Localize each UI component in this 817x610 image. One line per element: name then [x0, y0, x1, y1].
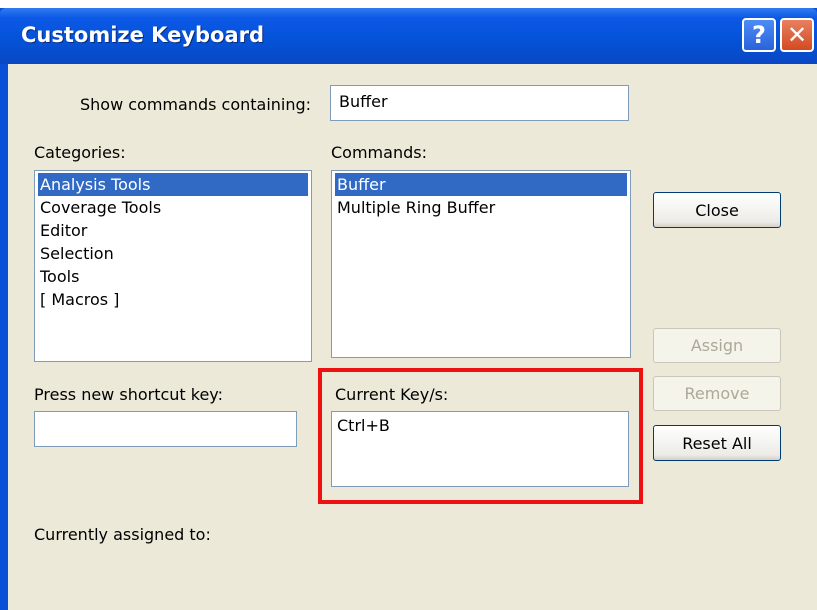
command-item-multiple-ring-buffer[interactable]: Multiple Ring Buffer	[335, 196, 627, 219]
categories-label: Categories:	[34, 143, 126, 162]
assign-button[interactable]: Assign	[653, 328, 781, 363]
current-keys-label: Current Key/s:	[335, 385, 449, 404]
close-icon: ✕	[786, 21, 808, 49]
remove-button-label: Remove	[684, 384, 750, 403]
currently-assigned-label: Currently assigned to:	[34, 525, 211, 544]
customize-keyboard-dialog: Customize Keyboard ? ✕ Show commands con…	[0, 8, 817, 610]
search-value: Buffer	[339, 92, 388, 111]
shortcut-input[interactable]	[34, 411, 297, 447]
category-item-editor[interactable]: Editor	[38, 219, 308, 242]
close-window-button[interactable]: ✕	[780, 18, 814, 52]
dialog-body: Show commands containing: Buffer Categor…	[8, 64, 817, 610]
current-keys-list[interactable]: Ctrl+B	[331, 411, 629, 487]
commands-list[interactable]: Buffer Multiple Ring Buffer	[331, 170, 631, 358]
reset-all-button[interactable]: Reset All	[653, 425, 781, 461]
command-item-buffer[interactable]: Buffer	[335, 173, 627, 196]
remove-button[interactable]: Remove	[653, 376, 781, 411]
category-item-coverage-tools[interactable]: Coverage Tools	[38, 196, 308, 219]
shortcut-label: Press new shortcut key:	[34, 385, 223, 404]
category-item-selection[interactable]: Selection	[38, 242, 308, 265]
close-button-label: Close	[695, 200, 739, 220]
category-item-tools[interactable]: Tools	[38, 265, 308, 288]
reset-all-button-label: Reset All	[682, 433, 752, 453]
categories-list[interactable]: Analysis Tools Coverage Tools Editor Sel…	[34, 170, 312, 362]
category-item-analysis-tools[interactable]: Analysis Tools	[38, 173, 308, 196]
search-input[interactable]: Buffer	[330, 85, 629, 121]
help-button[interactable]: ?	[742, 18, 776, 52]
current-key-item[interactable]: Ctrl+B	[335, 414, 625, 437]
close-button[interactable]: Close	[653, 192, 781, 228]
help-icon: ?	[752, 21, 766, 49]
window-title: Customize Keyboard	[21, 23, 265, 47]
search-label: Show commands containing:	[80, 95, 312, 114]
assign-button-label: Assign	[690, 336, 744, 355]
category-item-macros[interactable]: [ Macros ]	[38, 288, 308, 311]
commands-label: Commands:	[331, 143, 427, 162]
title-bar[interactable]: Customize Keyboard ? ✕	[0, 8, 817, 64]
